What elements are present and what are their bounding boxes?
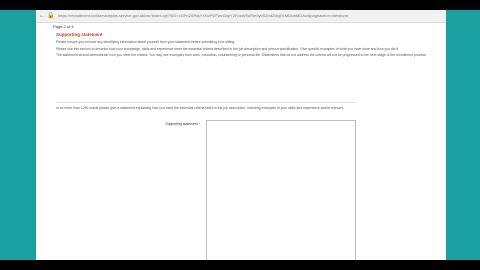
url-text[interactable]: https://recruitment.civilservicejobs.ser… — [58, 12, 428, 20]
page-indicator: Page 2 of 4 — [53, 24, 74, 29]
letterbox-bottom — [0, 260, 480, 270]
back-arrow-icon[interactable]: ← — [39, 13, 45, 19]
section-divider — [56, 102, 356, 103]
statement-instructions: Supporting statement Please ensure you r… — [56, 32, 436, 60]
supporting-statement-label: Supporting statement * — [140, 121, 200, 127]
field-label-text: Supporting statement — [165, 122, 198, 126]
browser-window: ← 🔒 https://recruitment.civilservicejobs… — [36, 10, 446, 260]
paragraph-3: The statement should demonstrate how you… — [56, 53, 427, 58]
section-heading: Supporting statement — [56, 32, 103, 37]
letterbox-top — [0, 0, 480, 10]
required-marker: * — [198, 122, 200, 126]
paragraph-2: Please use this section to describe how … — [56, 46, 400, 51]
word-limit-instruction: In no more than 1250 words please give a… — [56, 106, 344, 110]
paragraph-1: Please ensure you remove any identifying… — [56, 40, 236, 44]
address-bar[interactable]: ← 🔒 https://recruitment.civilservicejobs… — [36, 10, 446, 23]
supporting-statement-textarea[interactable] — [206, 120, 356, 260]
lock-icon: 🔒 — [47, 13, 55, 19]
